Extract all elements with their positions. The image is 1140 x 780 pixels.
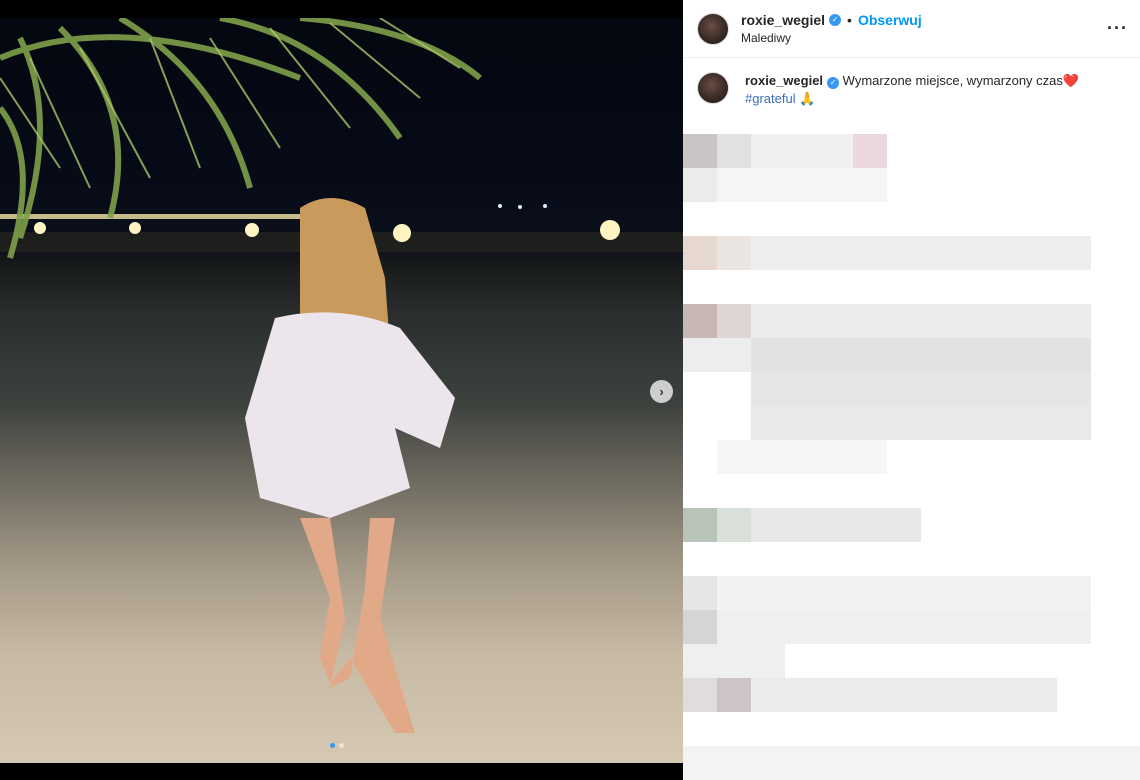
pixelated-comments-area	[683, 134, 1140, 780]
more-options-icon[interactable]: ···	[1107, 18, 1128, 39]
post-sidebar: roxie_wegiel ✓ • Obserwuj Malediwy ··· r…	[683, 0, 1140, 780]
caption: roxie_wegiel ✓ Wymarzone miejsce, wymarzo…	[683, 58, 1140, 108]
username[interactable]: roxie_wegiel	[741, 12, 825, 28]
caption-body: roxie_wegiel ✓ Wymarzone miejsce, wymarzo…	[745, 72, 1105, 108]
avatar[interactable]	[697, 12, 729, 45]
post-header: roxie_wegiel ✓ • Obserwuj Malediwy ···	[683, 0, 1140, 58]
username-row: roxie_wegiel ✓ • Obserwuj	[741, 12, 922, 28]
header-text: roxie_wegiel ✓ • Obserwuj Malediwy	[741, 12, 922, 45]
caption-verified-badge-icon: ✓	[827, 77, 840, 89]
heart-emoji-icon: ❤️	[1062, 73, 1080, 88]
verified-badge-icon: ✓	[829, 14, 842, 26]
caption-avatar[interactable]	[697, 72, 729, 104]
location-link[interactable]: Malediwy	[741, 31, 922, 45]
caption-text: Wymarzone miejsce, wymarzony czas	[842, 73, 1063, 88]
photo-scene	[0, 18, 683, 733]
carousel-dot	[339, 743, 344, 748]
next-slide-button[interactable]: ›	[650, 380, 673, 403]
carousel-dot-active	[330, 743, 335, 748]
caption-username[interactable]: roxie_wegiel	[745, 73, 823, 88]
post-media: ›	[0, 0, 683, 780]
hashtag-link[interactable]: #grateful	[745, 91, 796, 106]
post-photo	[0, 18, 683, 763]
follow-button[interactable]: Obserwuj	[858, 12, 922, 28]
carousel-indicator	[330, 743, 344, 748]
separator-dot: •	[847, 12, 852, 28]
praying-hands-emoji-icon: 🙏	[799, 91, 816, 106]
